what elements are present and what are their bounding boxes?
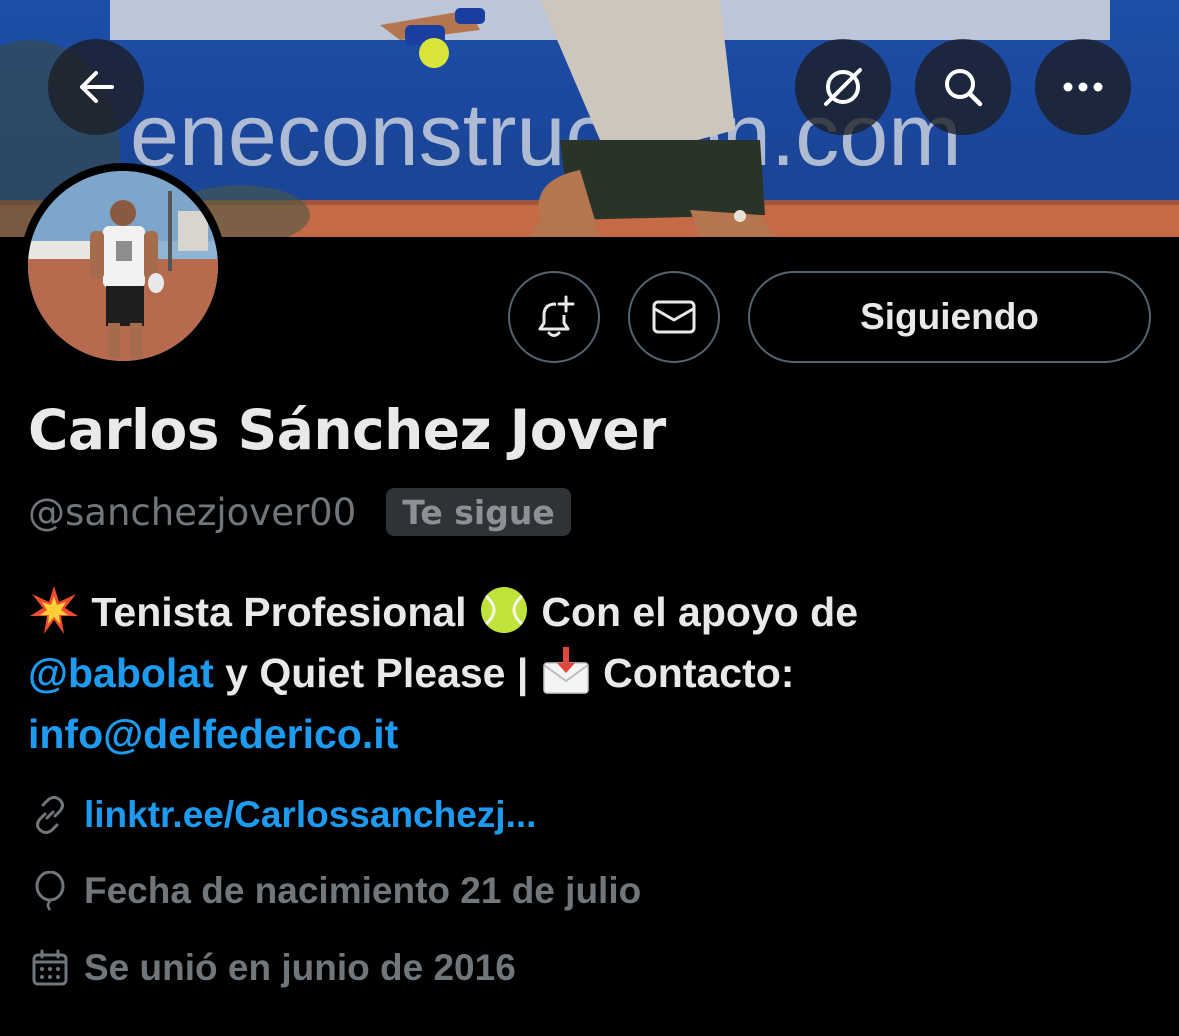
collision-emoji-icon: [30, 586, 78, 634]
mention-link[interactable]: @babolat: [28, 650, 214, 696]
birthday-text: Fecha de nacimiento 21 de julio: [84, 870, 642, 911]
avatar[interactable]: [20, 163, 226, 369]
bio-line-1: Tenista Profesional Con el apoyo de: [28, 582, 1158, 643]
bell-plus-icon: [538, 295, 576, 337]
birthday-row: Fecha de nacimiento 21 de julio: [30, 870, 641, 912]
follows-you-badge: Te sigue: [386, 488, 571, 536]
avatar-photo: [28, 171, 218, 361]
bio-text-3: y Quiet Please |: [213, 650, 540, 696]
tennis-ball-emoji-icon: [480, 587, 527, 633]
search-button[interactable]: [915, 39, 1011, 135]
email-link[interactable]: info@delfederico.it: [28, 711, 398, 757]
calendar-icon: [30, 948, 70, 988]
joined-text: Se unió en junio de 2016: [84, 947, 516, 988]
website-link[interactable]: linktr.ee/Carlossanchezj...: [84, 794, 536, 836]
website-row: linktr.ee/Carlossanchezj...: [30, 794, 536, 836]
bio-text-4: Contacto:: [591, 650, 795, 696]
joined-row: Se unió en junio de 2016: [30, 947, 516, 989]
arrow-left-icon: [80, 71, 114, 103]
bio-line-2: @babolat y Quiet Please | Contacto:: [28, 643, 1158, 704]
bio-text-2: Con el apoyo de: [529, 589, 858, 635]
grok-button[interactable]: [795, 39, 891, 135]
following-button[interactable]: Siguiendo: [748, 271, 1151, 363]
envelope-with-arrow-emoji-icon: [542, 647, 589, 694]
balloon-icon: [30, 871, 70, 911]
back-button[interactable]: [48, 39, 144, 135]
bio-text-1: Tenista Profesional: [80, 589, 478, 635]
more-button[interactable]: [1035, 39, 1131, 135]
search-icon: [945, 69, 983, 107]
profile-bio: Tenista Profesional Con el apoyo de @bab…: [28, 582, 1158, 765]
user-handle: @sanchezjover00: [28, 490, 357, 534]
message-button[interactable]: [628, 271, 720, 363]
grok-icon: [824, 68, 862, 106]
handle-row: @sanchezjover00 Te sigue: [28, 487, 571, 537]
link-icon: [30, 795, 70, 835]
more-icon: [1063, 82, 1103, 92]
display-name: Carlos Sánchez Jover: [28, 398, 666, 462]
envelope-icon: [652, 300, 696, 334]
notifications-button[interactable]: [508, 271, 600, 363]
bio-line-3: info@delfederico.it: [28, 704, 1158, 765]
